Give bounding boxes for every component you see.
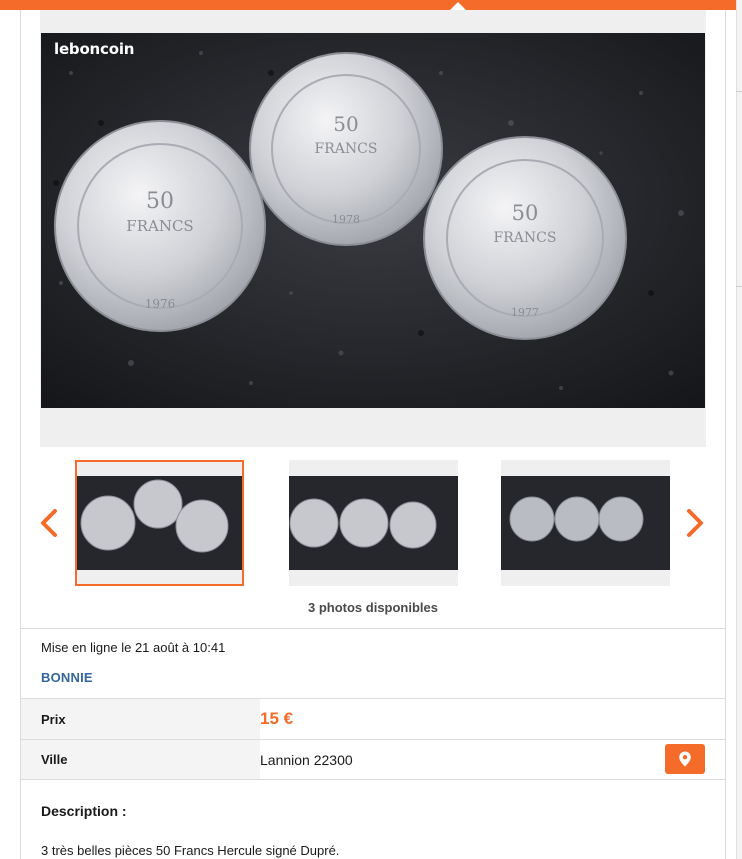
coin-1978: 50 FRANCS 1978 xyxy=(249,52,443,246)
svg-text:1976: 1976 xyxy=(145,297,176,311)
chevron-right-icon xyxy=(687,509,703,537)
city-value: Lannion 22300 xyxy=(260,751,353,768)
svg-text:FRANCS: FRANCS xyxy=(126,217,193,235)
city-label: Ville xyxy=(21,740,260,779)
divider xyxy=(21,779,725,780)
description-title: Description : xyxy=(41,803,127,819)
coin-1977: 50 FRANCS 1977 xyxy=(423,136,627,340)
thumbnail-image xyxy=(289,476,458,570)
divider xyxy=(21,628,725,629)
coin-1976: 50 FRANCS 1976 xyxy=(54,120,266,332)
thumbnail-image xyxy=(77,476,242,570)
page-scrollbar[interactable] xyxy=(736,0,742,859)
thumbnail-3[interactable] xyxy=(501,460,670,586)
svg-text:FRANCS: FRANCS xyxy=(494,230,557,246)
description-text: 3 très belles pièces 50 Francs Hercule s… xyxy=(41,843,340,858)
leboncoin-watermark: leboncoin xyxy=(54,40,135,58)
svg-text:1978: 1978 xyxy=(332,213,360,226)
main-photo[interactable]: 50 FRANCS 1976 50 FRANCS 1978 50 FRANCS … xyxy=(41,33,705,408)
svg-text:FRANCS: FRANCS xyxy=(315,141,378,157)
price-label: Prix xyxy=(21,699,260,739)
posted-date: Mise en ligne le 21 août à 10:41 xyxy=(41,640,226,655)
gallery-prev-button[interactable] xyxy=(36,506,62,540)
seller-name-link[interactable]: BONNIE xyxy=(41,670,93,685)
svg-text:1977: 1977 xyxy=(511,306,539,319)
gallery-next-button[interactable] xyxy=(682,506,708,540)
price-value: 15 € xyxy=(260,709,294,728)
thumbnail-2[interactable] xyxy=(289,460,458,586)
thumbnail-1[interactable] xyxy=(75,460,244,586)
svg-text:50: 50 xyxy=(146,189,174,214)
svg-text:50: 50 xyxy=(333,112,358,136)
show-map-button[interactable] xyxy=(665,744,705,774)
photo-count: 3 photos disponibles xyxy=(307,600,438,615)
scrollbar-mark xyxy=(736,286,742,287)
chevron-left-icon xyxy=(41,509,57,537)
top-accent-bar xyxy=(0,0,742,10)
thumbnail-image xyxy=(501,476,670,570)
map-pin-icon xyxy=(679,751,691,767)
scrollbar-mark xyxy=(736,91,742,92)
svg-text:50: 50 xyxy=(512,201,539,225)
